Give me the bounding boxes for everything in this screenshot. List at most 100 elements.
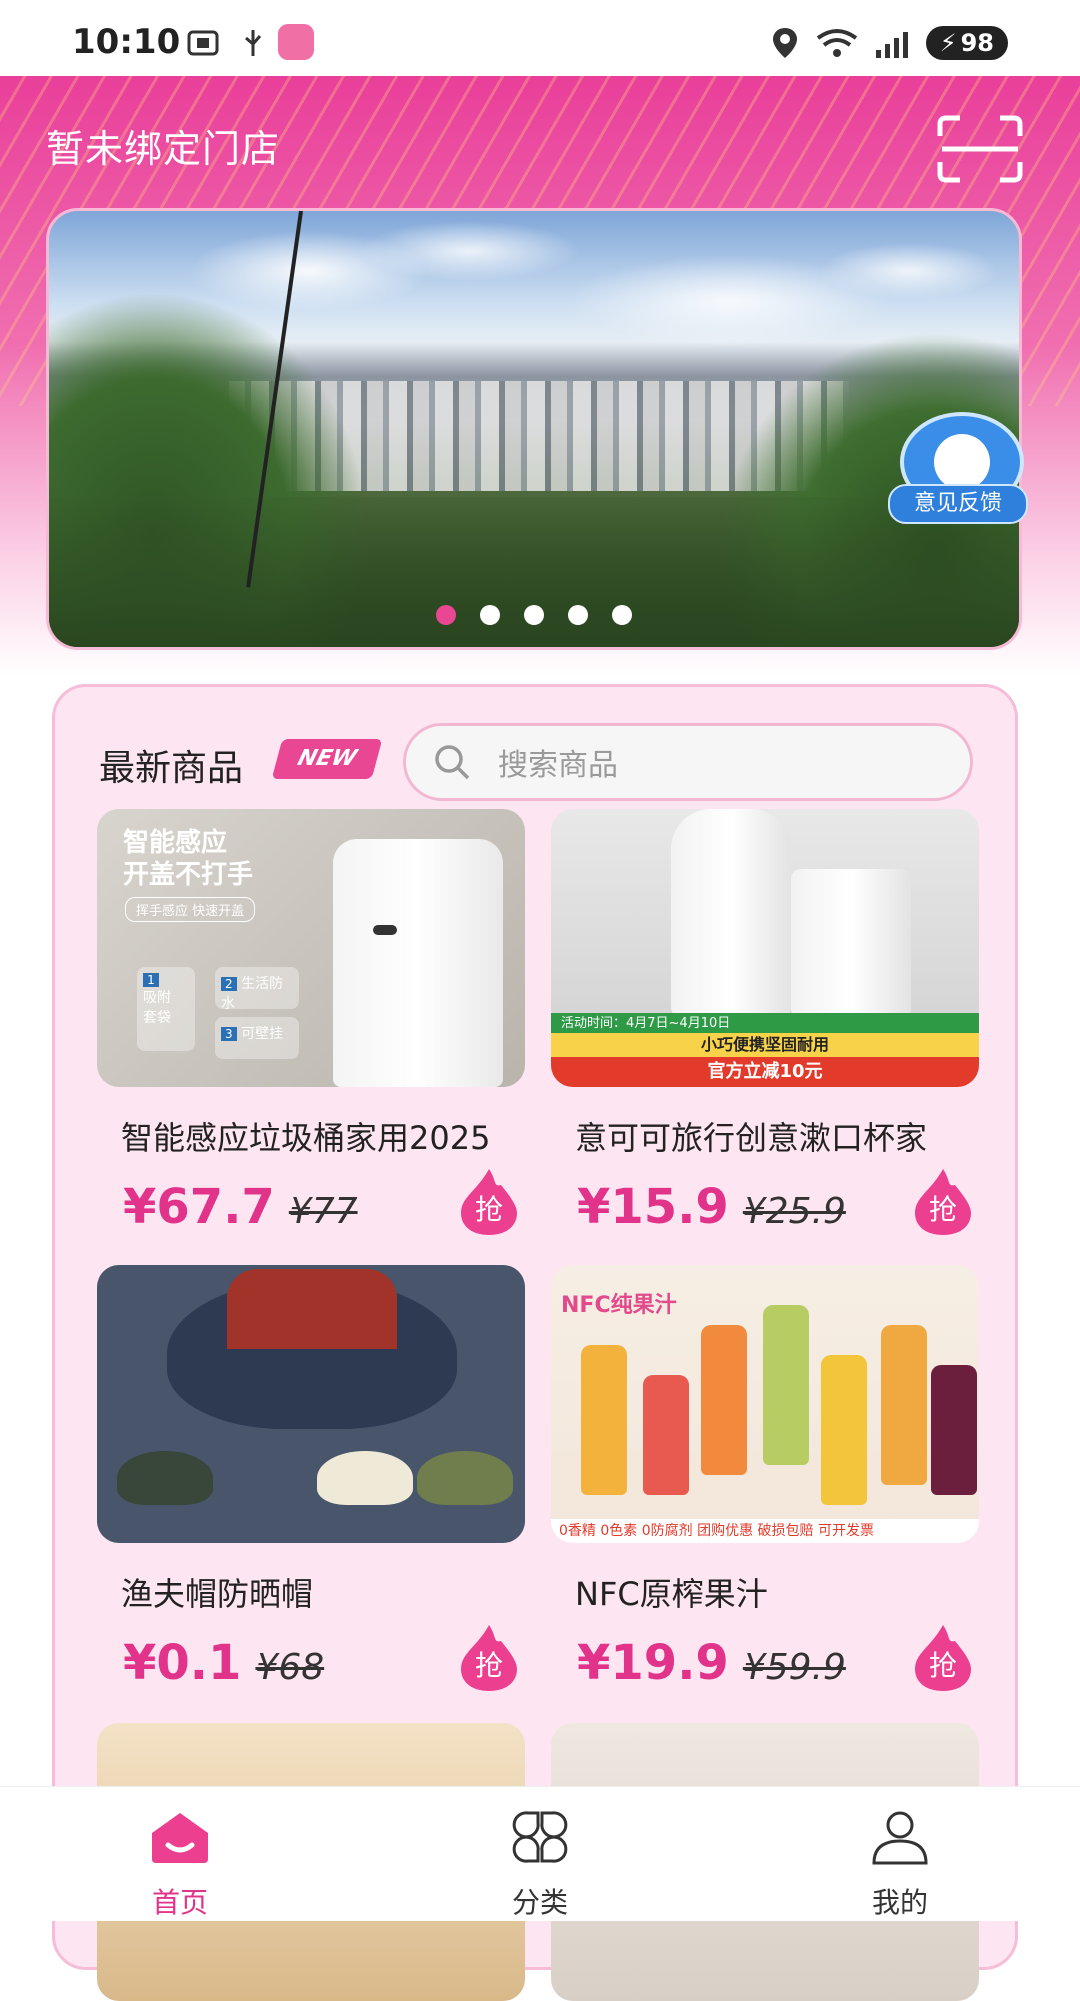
- grab-label: 抢: [929, 1193, 957, 1226]
- wifi-icon: [816, 29, 857, 57]
- bottle-illustration: [821, 1355, 867, 1505]
- tab-label: 首页: [151, 1886, 208, 1919]
- image-headline: 智能感应 开盖不打手: [123, 828, 254, 890]
- chip-text: 吸附 套袋: [143, 990, 171, 1026]
- product-price: ¥19.9: [577, 1635, 729, 1691]
- price-row: ¥67.7 ¥77 抢: [123, 1169, 525, 1243]
- carousel-dot-3[interactable]: [524, 605, 544, 625]
- product-card[interactable]: NFC纯果汁 0香精 0色素 0防腐剂 团购优惠 破损包赔 可开发票 NFC原榨…: [551, 1265, 979, 1699]
- carousel-dot-2[interactable]: [480, 605, 500, 625]
- bottle-illustration: [701, 1325, 747, 1475]
- scan-icon[interactable]: [936, 114, 1024, 184]
- original-price: ¥68: [255, 1647, 325, 1688]
- section-title: 最新商品: [99, 748, 244, 789]
- carousel-dot-1[interactable]: [436, 605, 456, 625]
- product-card[interactable]: 渔夫帽防晒帽 ¥0.1 ¥68 抢: [97, 1265, 525, 1699]
- chip-number: 3: [221, 1027, 237, 1041]
- image-band: 活动时间：4月7日~4月10日: [551, 1013, 979, 1035]
- grab-button[interactable]: 抢: [453, 1621, 525, 1693]
- status-bar: 10:10 ⚡ 98: [0, 0, 1080, 76]
- tab-category[interactable]: 分类: [360, 1787, 720, 1921]
- product-name[interactable]: 意可可旅行创意漱口杯家: [575, 1113, 979, 1159]
- search-input[interactable]: 搜索商品: [403, 723, 973, 801]
- bottom-tab-bar: 首页 分类 我的: [0, 1786, 1080, 1921]
- grab-label: 抢: [475, 1649, 503, 1682]
- grab-label: 抢: [475, 1193, 503, 1226]
- image-pill: 挥手感应 快速开盖: [125, 897, 256, 922]
- original-price: ¥25.9: [742, 1191, 846, 1232]
- image-band: 小巧便携坚固耐用: [551, 1033, 979, 1057]
- new-badge: NEW: [271, 739, 383, 779]
- image-chip: 2 生活防水: [215, 967, 299, 1012]
- product-name[interactable]: 智能感应垃圾桶家用2025: [121, 1113, 525, 1159]
- price-row: ¥19.9 ¥59.9 抢: [577, 1625, 979, 1699]
- hat-illustration: [167, 1269, 457, 1429]
- search-icon: [435, 745, 470, 780]
- banner-carousel[interactable]: [46, 208, 1022, 650]
- location-icon: [772, 28, 797, 58]
- feedback-label: 意见反馈: [888, 484, 1028, 524]
- chip-number: 1: [143, 973, 159, 987]
- image-band: 0香精 0色素 0防腐剂 团购优惠 破损包赔 可开发票: [551, 1519, 979, 1543]
- tab-label: 分类: [511, 1886, 568, 1919]
- app-notification-icon: [278, 24, 314, 60]
- charging-icon: ⚡: [939, 29, 957, 57]
- screenshot-icon: [187, 30, 219, 56]
- bottle-illustration: [643, 1375, 689, 1495]
- usb-icon: [245, 30, 262, 56]
- carousel-dot-4[interactable]: [568, 605, 588, 625]
- store-title[interactable]: 暂未绑定门店: [46, 118, 280, 173]
- bottle-illustration: [581, 1345, 627, 1495]
- original-price: ¥77: [288, 1191, 358, 1232]
- product-name[interactable]: NFC原榨果汁: [575, 1569, 979, 1615]
- product-card[interactable]: 智能感应 开盖不打手 挥手感应 快速开盖 1 吸附 套袋 2 生活防水 3 可壁…: [97, 809, 525, 1243]
- category-icon: [512, 1811, 568, 1863]
- image-chip: 3 可壁挂: [215, 1017, 299, 1059]
- product-card[interactable]: 活动时间：4月7日~4月10日 小巧便携坚固耐用 官方立减10元 意可可旅行创意…: [551, 809, 979, 1243]
- hat-illustration: [317, 1451, 413, 1505]
- product-image[interactable]: NFC纯果汁 0香精 0色素 0防腐剂 团购优惠 破损包赔 可开发票: [551, 1265, 979, 1543]
- grab-button[interactable]: 抢: [907, 1165, 979, 1237]
- tab-profile[interactable]: 我的: [720, 1787, 1080, 1921]
- feedback-button[interactable]: 意见反馈: [888, 412, 1028, 524]
- cup-illustration: [671, 809, 791, 1019]
- bottle-illustration: [931, 1365, 977, 1495]
- signal-icon: [875, 32, 908, 58]
- status-time: 10:10: [72, 22, 181, 62]
- chip-text: 可壁挂: [241, 1026, 284, 1042]
- status-right-group: ⚡ 98: [770, 26, 1008, 60]
- chip-number: 2: [221, 977, 237, 991]
- product-price: ¥67.7: [123, 1179, 275, 1235]
- bottle-illustration: [763, 1305, 809, 1465]
- image-chip: 1 吸附 套袋: [137, 967, 195, 1051]
- price-row: ¥0.1 ¥68 抢: [123, 1625, 525, 1699]
- grab-label: 抢: [929, 1649, 957, 1682]
- grab-button[interactable]: 抢: [453, 1165, 525, 1237]
- price-row: ¥15.9 ¥25.9 抢: [577, 1169, 979, 1243]
- product-price: ¥15.9: [577, 1179, 729, 1235]
- image-band: 官方立减10元: [551, 1057, 979, 1087]
- home-icon: [152, 1813, 208, 1863]
- hat-illustration: [417, 1451, 513, 1505]
- profile-icon: [872, 1811, 928, 1865]
- image-headline: NFC纯果汁: [561, 1293, 677, 1318]
- carousel-dot-5[interactable]: [612, 605, 632, 625]
- battery-indicator: ⚡ 98: [925, 26, 1008, 60]
- trash-bin-illustration: [333, 839, 503, 1087]
- hat-illustration: [117, 1451, 213, 1505]
- products-panel: 最新商品 NEW 搜索商品 智能感应 开盖不打手 挥手感应 快速开盖 1 吸附 …: [52, 684, 1018, 2001]
- tab-label: 我的: [871, 1886, 928, 1919]
- bottle-illustration: [881, 1325, 927, 1485]
- tab-home[interactable]: 首页: [0, 1787, 360, 1921]
- battery-level: 98: [960, 29, 994, 57]
- cup-illustration: [791, 869, 911, 1019]
- search-placeholder: 搜索商品: [498, 748, 618, 783]
- product-price: ¥0.1: [123, 1635, 242, 1691]
- original-price: ¥59.9: [742, 1647, 846, 1688]
- product-name[interactable]: 渔夫帽防晒帽: [121, 1569, 525, 1615]
- grab-button[interactable]: 抢: [907, 1621, 979, 1693]
- product-image[interactable]: 智能感应 开盖不打手 挥手感应 快速开盖 1 吸附 套袋 2 生活防水 3 可壁…: [97, 809, 525, 1087]
- product-image[interactable]: [97, 1265, 525, 1543]
- product-image[interactable]: 活动时间：4月7日~4月10日 小巧便携坚固耐用 官方立减10元: [551, 809, 979, 1087]
- carousel-indicator: [49, 605, 1019, 625]
